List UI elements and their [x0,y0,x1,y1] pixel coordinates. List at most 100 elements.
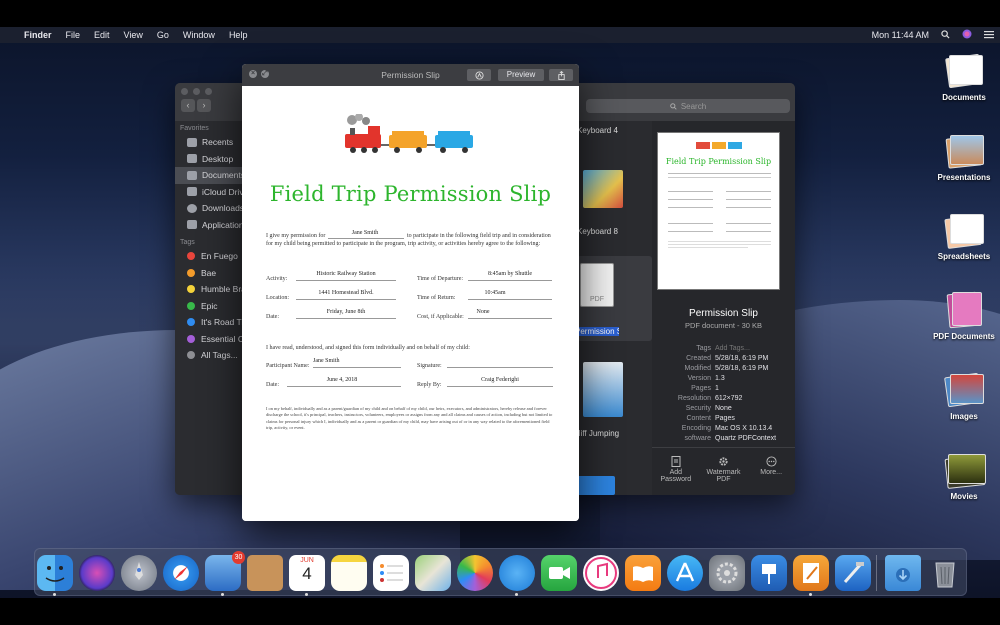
sidebar-tag-humble-brag[interactable]: Humble Brag [175,281,242,298]
sidebar-item-label: Recents [202,137,234,148]
desktop-stack-pdf-documents[interactable]: PDF Documents [929,291,999,341]
add-password-button[interactable]: Add Password [656,456,696,495]
dock-siri-icon[interactable] [79,555,115,591]
dock-trash-icon[interactable] [927,555,963,591]
running-indicator [305,593,308,596]
metadata-key: Created [686,355,711,362]
dock-itunes-icon[interactable] [583,555,619,591]
dock-pages-icon[interactable] [793,555,829,591]
dock-reminders-icon[interactable] [373,555,409,591]
more-actions-button[interactable]: More... [751,456,791,495]
metadata-value: Pages [715,415,735,422]
file-thumb-cliff-jumping[interactable] [583,362,623,417]
file-item-keyboard-8[interactable]: Keyboard 8 [577,227,652,236]
menu-help[interactable]: Help [222,30,255,40]
documents-stack-icon [944,52,984,90]
metadata-key: Modified [684,365,711,372]
dock-launchpad-icon[interactable] [121,555,157,591]
form-heading: Field Trip Permission Slip [269,182,552,206]
markup-button[interactable] [467,69,491,81]
add-tags-field[interactable]: Add Tags... [715,344,750,354]
desktop-stack-spreadsheets[interactable]: Spreadsheets [929,211,999,261]
menu-go[interactable]: Go [150,30,176,40]
file-thumb-blue[interactable] [573,476,615,495]
open-with-preview-button[interactable]: Preview [498,69,544,81]
dock-system-preferences-icon[interactable] [709,555,745,591]
dock-maps-icon[interactable] [415,555,451,591]
dock-facetime-icon[interactable] [541,555,577,591]
metadata-key: Security [685,405,711,412]
zoom-button[interactable] [205,88,212,95]
metadata-value: 1 [715,385,719,392]
metadata-value: Quartz PDFContext [715,435,777,442]
sidebar-item-label: All Tags... [201,350,238,361]
dock-downloads-folder-icon[interactable] [885,555,921,591]
desktop-stack-images[interactable]: Images [929,371,999,421]
dock-messages-icon[interactable] [499,555,535,591]
dock-app-store-icon[interactable] [667,555,703,591]
dock-contacts-icon[interactable] [247,555,283,591]
file-item-cliff-jumping[interactable]: Cliff Jumping [573,429,648,438]
menu-edit[interactable]: Edit [87,30,117,40]
sidebar-tag-all-tags[interactable]: All Tags... [175,347,242,364]
share-button[interactable] [549,69,573,81]
close-button[interactable] [181,88,188,95]
menu-app-finder[interactable]: Finder [17,30,59,40]
watermark-pdf-button[interactable]: Watermark PDF [703,456,743,495]
dock-keynote-icon[interactable] [751,555,787,591]
desktop-stack-documents[interactable]: Documents [929,52,999,102]
menu-view[interactable]: View [117,30,150,40]
file-item-keyboard-4[interactable]: Keyboard 4 [577,126,652,135]
minimize-button[interactable] [193,88,200,95]
release-paragraph: I on my behalf, individually and as a pa… [266,406,553,431]
dock-safari-icon[interactable] [163,555,199,591]
sidebar-item-desktop[interactable]: Desktop [175,151,242,168]
sidebar-item-applications[interactable]: Applications [175,217,242,234]
date-value: Friday, June 8th [326,309,366,315]
file-thumb-keyboard-8[interactable] [583,170,623,208]
menu-window[interactable]: Window [176,30,222,40]
sidebar-tag-en-fuego[interactable]: En Fuego [175,248,242,265]
menu-file[interactable]: File [59,30,88,40]
desktop-stack-presentations[interactable]: Presentations [929,132,999,182]
metadata-key: software [684,435,711,442]
sidebar-tag-epic[interactable]: Epic [175,298,242,315]
back-button[interactable]: ‹ [181,99,195,112]
desktop-stack-label: Images [950,412,978,421]
sidebar-item-documents[interactable]: Documents [175,167,242,184]
metadata-key: Tags [696,345,711,352]
forward-button[interactable]: › [197,99,211,112]
date2-label: Date: [266,382,279,388]
finder-search-field[interactable]: Search [586,99,790,113]
dock-calendar-icon[interactable]: JUN 4 [289,555,325,591]
dock-mail-icon[interactable]: 30 [205,551,245,591]
desktop-stack-label: Documents [942,93,986,102]
dock-xcode-icon[interactable] [835,555,871,591]
finder-preview-pane: Field Trip Permission Slip Permission Sl… [652,121,795,495]
sidebar-item-downloads[interactable]: Downloads [175,200,242,217]
tag-dot-icon [187,351,195,360]
sidebar-tag-essential-content[interactable]: Essential Content [175,331,242,348]
dock-finder[interactable] [37,555,73,591]
metadata-value: 1.3 [715,375,725,382]
sidebar-item-recents[interactable]: Recents [175,134,242,151]
dock-photos-icon[interactable] [457,555,493,591]
tag-dot-icon [187,334,195,343]
file-item-permission-slip[interactable]: Permission Slip [573,327,619,336]
clock[interactable]: Mon 11:44 AM [866,30,935,40]
dock-ibooks-icon[interactable] [625,555,661,591]
siri-icon[interactable] [956,29,978,41]
finder-face-icon [45,566,65,582]
pdf-stack-icon [944,291,984,329]
sidebar-tag-road-trip[interactable]: It's Road Trip [175,314,242,331]
sidebar-tag-bae[interactable]: Bae [175,265,242,282]
preview-doc-title: Field Trip Permission Slip [665,157,772,166]
sidebar-item-icloud-drive[interactable]: iCloud Drive [175,184,242,201]
dock-notes-icon[interactable] [331,555,367,591]
pdf-file-icon[interactable]: PDF [580,263,614,307]
signature-line [447,367,553,368]
spotlight-icon[interactable] [935,29,956,41]
desktop-stack-movies[interactable]: Movies [929,451,999,501]
notification-center-icon[interactable] [978,30,1000,41]
date2-value: June 4, 2018 [326,377,358,383]
